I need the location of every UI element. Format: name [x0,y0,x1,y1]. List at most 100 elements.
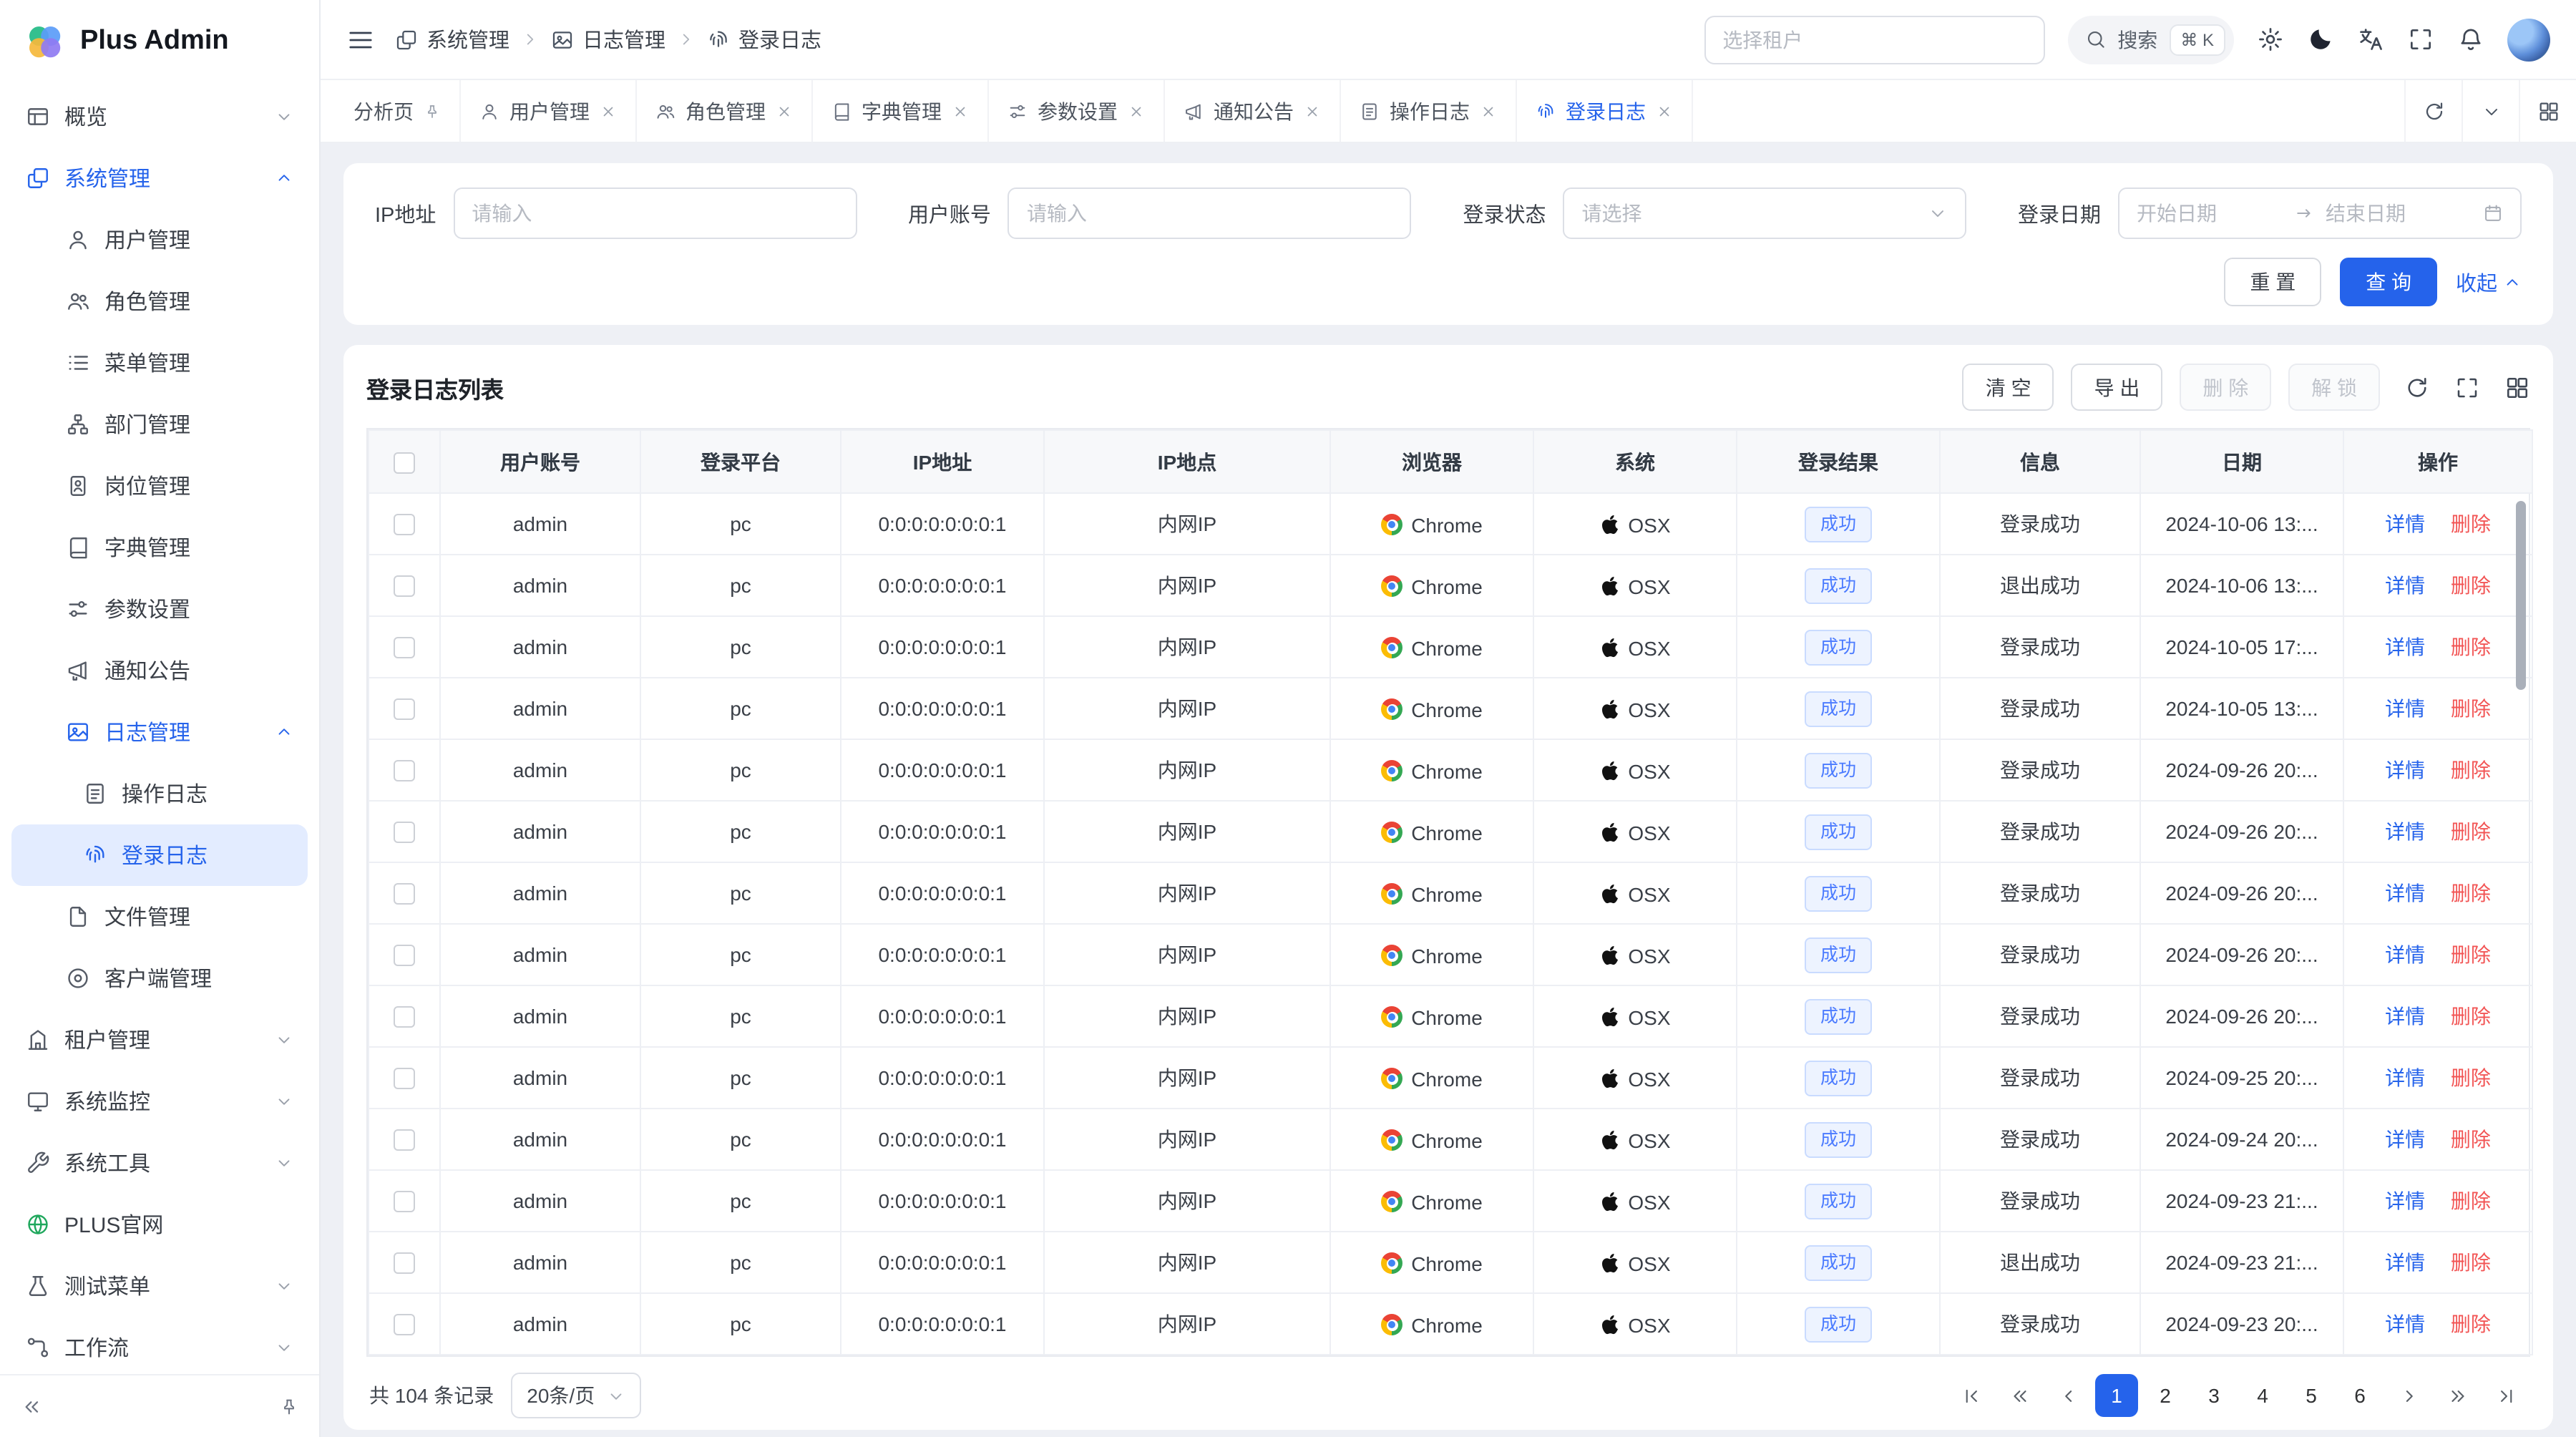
row-checkbox[interactable] [394,1130,415,1151]
page-button[interactable]: 6 [2338,1374,2381,1417]
account-input[interactable] [1008,187,1412,239]
prev-page-button[interactable] [2046,1374,2089,1417]
select-all-checkbox[interactable] [394,452,415,474]
detail-link[interactable]: 详情 [2385,1251,2425,1274]
refresh-tab-button[interactable] [2404,80,2462,142]
delete-link[interactable]: 删除 [2451,882,2491,905]
layout-panel-button[interactable] [2519,80,2576,142]
row-checkbox[interactable] [394,945,415,967]
tab-menu-button[interactable] [2462,80,2519,142]
detail-link[interactable]: 详情 [2385,1128,2425,1151]
tab[interactable]: 参数设置 [989,80,1165,142]
row-checkbox[interactable] [394,638,415,659]
delete-link[interactable]: 删除 [2451,943,2491,966]
reset-button[interactable]: 重 置 [2224,258,2321,306]
export-button[interactable]: 导 出 [2072,364,2163,411]
row-checkbox[interactable] [394,884,415,905]
sidebar-item[interactable]: 客户端管理 [11,948,308,1009]
detail-link[interactable]: 详情 [2385,1312,2425,1335]
dark-mode-icon[interactable] [2307,26,2334,53]
pin-icon[interactable] [424,102,441,120]
page-size-select[interactable]: 20条/页 [511,1373,640,1418]
next-page-button[interactable] [2387,1374,2430,1417]
detail-link[interactable]: 详情 [2385,574,2425,597]
tab[interactable]: 用户管理 [461,80,637,142]
delete-link[interactable]: 删除 [2451,1005,2491,1028]
tab[interactable]: 登录日志 [1517,80,1693,142]
row-checkbox[interactable] [394,1315,415,1336]
tab[interactable]: 通知公告 [1165,80,1341,142]
sidebar-item[interactable]: 概览 [11,86,308,147]
delete-link[interactable]: 删除 [2451,574,2491,597]
breadcrumb-item[interactable]: 系统管理 [395,24,509,54]
row-checkbox[interactable] [394,822,415,844]
page-button[interactable]: 3 [2192,1374,2235,1417]
sidebar-item[interactable]: 登录日志 [11,824,308,886]
close-icon[interactable] [1480,102,1497,120]
page-button[interactable]: 4 [2241,1374,2284,1417]
breadcrumb-item[interactable]: 日志管理 [551,24,665,54]
table-scrollbar[interactable] [2516,501,2526,690]
sidebar-item[interactable]: 系统工具 [11,1132,308,1194]
breadcrumb-item[interactable]: 登录日志 [707,24,821,54]
language-icon[interactable] [2357,26,2384,53]
row-checkbox[interactable] [394,761,415,782]
delete-link[interactable]: 删除 [2451,635,2491,658]
page-button[interactable]: 1 [2095,1374,2138,1417]
page-button[interactable]: 2 [2144,1374,2187,1417]
delete-link[interactable]: 删除 [2451,759,2491,781]
detail-link[interactable]: 详情 [2385,512,2425,535]
sidebar-item[interactable]: 部门管理 [11,394,308,455]
user-avatar[interactable] [2507,18,2550,61]
delete-link[interactable]: 删除 [2451,820,2491,843]
delete-button[interactable]: 删 除 [2180,364,2271,411]
sidebar-item[interactable]: 租户管理 [11,1009,308,1071]
page-button[interactable]: 5 [2290,1374,2333,1417]
close-icon[interactable] [600,102,617,120]
sidebar-item[interactable]: 通知公告 [11,640,308,701]
detail-link[interactable]: 详情 [2385,943,2425,966]
collapse-filter-link[interactable]: 收起 [2456,267,2522,297]
sidebar-item[interactable]: 操作日志 [11,763,308,824]
sidebar-item[interactable]: 菜单管理 [11,332,308,394]
sidebar-item[interactable]: 工作流 [11,1317,308,1374]
close-icon[interactable] [1656,102,1673,120]
date-range-picker[interactable]: 开始日期 结束日期 [2118,187,2522,239]
unlock-button[interactable]: 解 锁 [2288,364,2380,411]
close-icon[interactable] [952,102,969,120]
column-settings-icon[interactable] [2504,374,2530,400]
sidebar-item[interactable]: 参数设置 [11,578,308,640]
delete-link[interactable]: 删除 [2451,1066,2491,1089]
sidebar-item[interactable]: PLUS官网 [11,1194,308,1255]
row-checkbox[interactable] [394,576,415,598]
close-icon[interactable] [1128,102,1145,120]
hamburger-menu-button[interactable] [346,25,375,54]
detail-link[interactable]: 详情 [2385,759,2425,781]
sidebar-item[interactable]: 字典管理 [11,517,308,578]
collapse-sidebar-button[interactable] [20,1395,43,1418]
settings-icon[interactable] [2257,26,2284,53]
delete-link[interactable]: 删除 [2451,1251,2491,1274]
tab[interactable]: 分析页 [335,80,461,142]
sidebar-item[interactable]: 用户管理 [11,209,308,271]
tab[interactable]: 字典管理 [813,80,989,142]
delete-link[interactable]: 删除 [2451,1189,2491,1212]
row-checkbox[interactable] [394,515,415,536]
last-page-button[interactable] [2484,1374,2527,1417]
tab[interactable]: 角色管理 [637,80,813,142]
sidebar-item[interactable]: 角色管理 [11,271,308,332]
notifications-icon[interactable] [2457,26,2484,53]
clear-button[interactable]: 清 空 [1963,364,2054,411]
detail-link[interactable]: 详情 [2385,820,2425,843]
detail-link[interactable]: 详情 [2385,1066,2425,1089]
tenant-select[interactable] [1704,15,2044,64]
delete-link[interactable]: 删除 [2451,1312,2491,1335]
delete-link[interactable]: 删除 [2451,1128,2491,1151]
status-select[interactable]: 请选择 [1563,187,1966,239]
fullscreen-icon[interactable] [2407,26,2434,53]
row-checkbox[interactable] [394,1253,415,1275]
row-checkbox[interactable] [394,1007,415,1028]
sidebar-item[interactable]: 文件管理 [11,886,308,948]
tab[interactable]: 操作日志 [1341,80,1517,142]
detail-link[interactable]: 详情 [2385,697,2425,720]
